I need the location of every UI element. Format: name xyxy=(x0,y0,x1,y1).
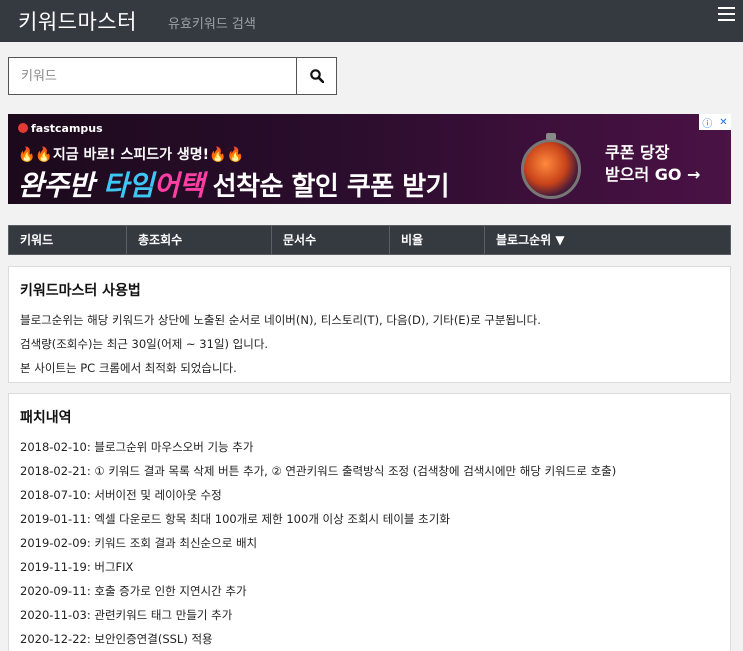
usage-card: 키워드마스터 사용법 블로그순위는 해당 키워드가 상단에 노출된 순서로 네이… xyxy=(8,266,731,383)
ad-tagline: 🔥🔥지금 바로! 스피드가 생명!🔥🔥 xyxy=(18,144,244,164)
fastcampus-logo-icon xyxy=(18,123,28,133)
ad-info-icon[interactable]: ⓘ xyxy=(702,115,712,130)
ad-headline-part: 어택 xyxy=(153,169,205,202)
ad-logo: fastcampus xyxy=(18,122,103,135)
search-bar xyxy=(8,57,337,95)
fire-icon: 🔥🔥 xyxy=(209,147,244,163)
column-header-total-views[interactable]: 총조회수 xyxy=(127,226,272,254)
patch-notes-card: 패치내역 2018-02-10: 블로그순위 마우스오버 기능 추가 2018-… xyxy=(8,393,731,651)
ad-cta[interactable]: 쿠폰 당장받으러 GO → xyxy=(605,142,700,186)
brand-title[interactable]: 키워드마스터 xyxy=(18,6,137,36)
search-icon xyxy=(310,69,324,83)
ad-headline-part: 타임 xyxy=(103,169,154,202)
ad-tagline-text: 지금 바로! 스피드가 생명! xyxy=(52,147,210,163)
stopwatch-icon xyxy=(521,133,581,199)
brand-subtitle: 유효키워드 검색 xyxy=(168,17,256,32)
patch-note-item: 2020-11-03: 관련키워드 태그 만들기 추가 xyxy=(20,608,233,622)
usage-title: 키워드마스터 사용법 xyxy=(20,283,141,299)
patch-note-item: 2019-02-09: 키워드 조회 결과 최신순으로 배치 xyxy=(20,536,258,550)
patch-note-item: 2020-09-11: 호출 증가로 인한 지연시간 추가 xyxy=(20,584,247,598)
column-header-doc-count[interactable]: 문서수 xyxy=(272,226,390,254)
column-header-blog-rank[interactable]: 블로그순위 ▼ xyxy=(485,226,730,254)
patch-notes-title: 패치내역 xyxy=(20,410,72,426)
fire-icon: 🔥🔥 xyxy=(18,147,53,163)
ad-cta-line: 쿠폰 당장 xyxy=(605,143,670,162)
results-table-header: 키워드 총조회수 문서수 비율 블로그순위 ▼ xyxy=(8,225,731,255)
ad-cta-line: 받으러 GO → xyxy=(605,165,701,184)
patch-note-item: 2020-12-22: 보안인증연결(SSL) 적용 xyxy=(20,632,213,646)
usage-line: 블로그순위는 해당 키워드가 상단에 노출된 순서로 네이버(N), 티스토리(… xyxy=(20,313,541,327)
search-button[interactable] xyxy=(296,57,337,95)
close-icon[interactable]: ✕ xyxy=(719,117,727,128)
patch-note-item: 2018-07-10: 서버이전 및 레이아웃 수정 xyxy=(20,488,222,502)
ad-close-button[interactable]: ⓘ ✕ xyxy=(699,114,731,130)
search-input[interactable] xyxy=(8,57,297,95)
column-header-ratio[interactable]: 비율 xyxy=(390,226,485,254)
hamburger-menu-icon[interactable] xyxy=(718,7,735,21)
top-navbar: 키워드마스터 유효키워드 검색 xyxy=(0,0,743,42)
patch-note-item: 2019-01-11: 엑셀 다운로드 항목 최대 100개로 제한 100개 … xyxy=(20,512,450,526)
patch-note-item: 2019-11-19: 버그FIX xyxy=(20,560,134,574)
ad-headline-part: 선착순 할인 쿠폰 받기 xyxy=(204,172,450,202)
patch-note-item: 2018-02-10: 블로그순위 마우스오버 기능 추가 xyxy=(20,440,254,454)
ad-banner[interactable]: fastcampus 🔥🔥지금 바로! 스피드가 생명!🔥🔥 완주반 타임어택 … xyxy=(8,114,731,204)
usage-line: 검색량(조회수)는 최근 30일(어제 ~ 31일) 입니다. xyxy=(20,337,269,351)
ad-headline: 완주반 타임어택 선착순 할인 쿠폰 받기 xyxy=(18,164,450,204)
ad-logo-text: fastcampus xyxy=(31,122,103,135)
usage-line: 본 사이트는 PC 크롬에서 최적화 되었습니다. xyxy=(20,361,237,375)
column-header-keyword[interactable]: 키워드 xyxy=(9,226,127,254)
ad-headline-part: 완주반 xyxy=(18,169,104,202)
patch-note-item: 2018-02-21: ① 키워드 결과 목록 삭제 버튼 추가, ② 연관키워… xyxy=(20,464,617,478)
